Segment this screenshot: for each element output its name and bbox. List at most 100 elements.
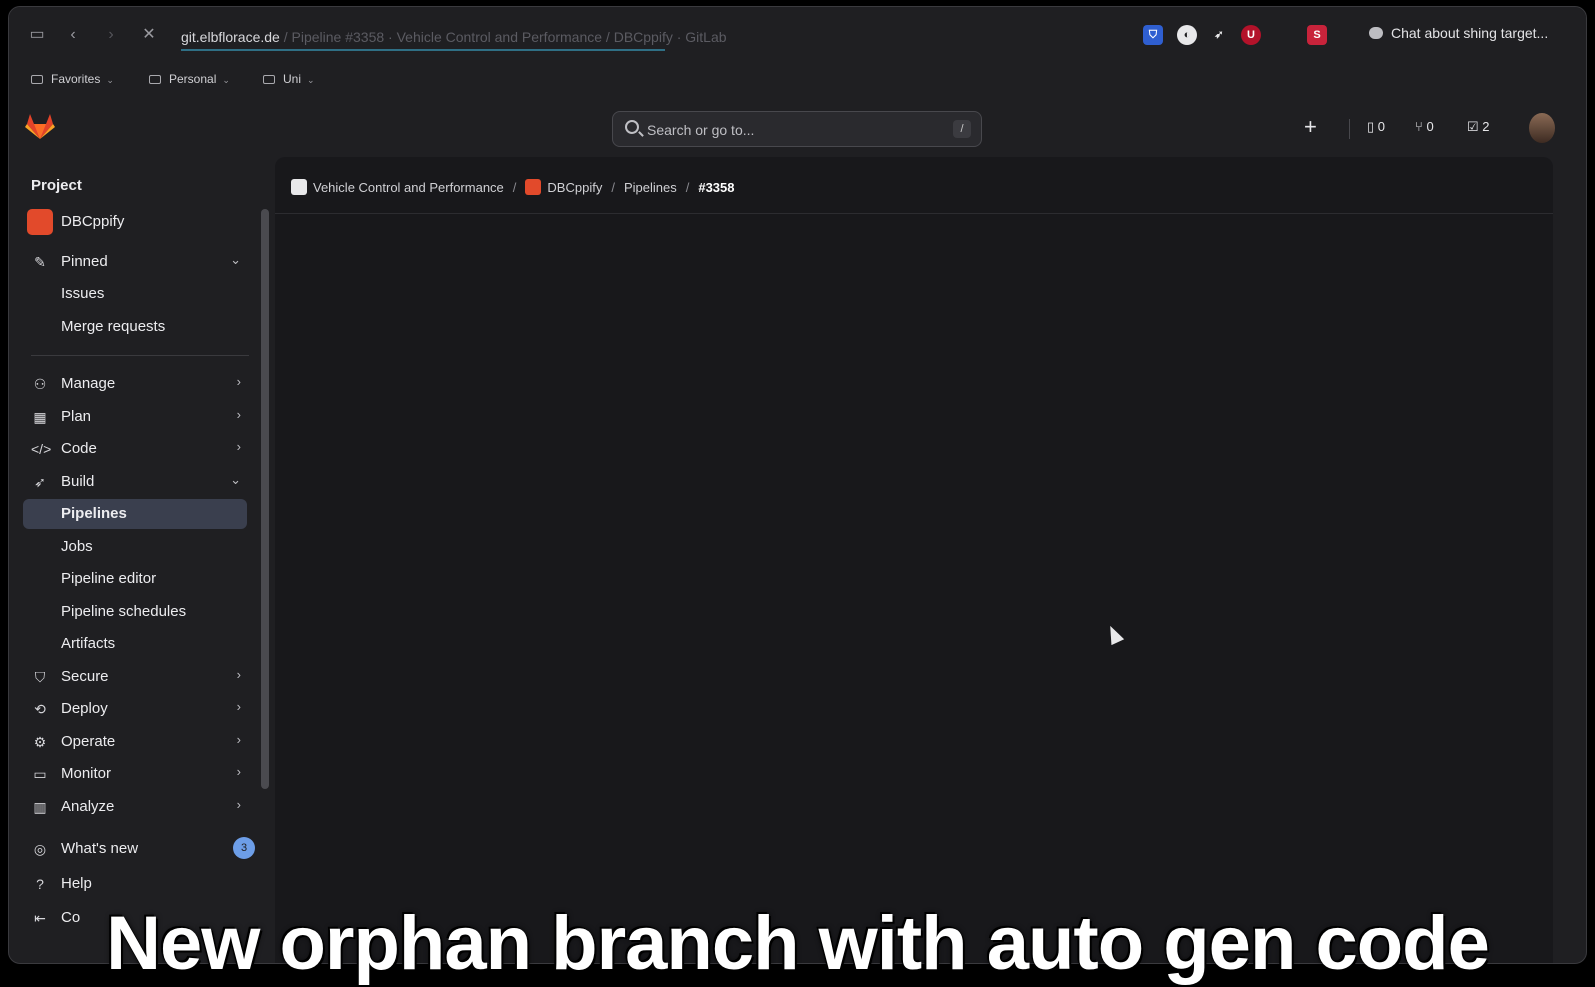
sidebar-item-label: Artifacts <box>61 635 116 652</box>
sidebar-item-label: Plan <box>61 408 92 425</box>
chevron-right-icon: › <box>236 732 241 747</box>
bookmarks-bar: Favorites ⌄ Personal ⌄ Uni ⌄ <box>9 65 1586 95</box>
mr-count: 0 <box>1426 119 1434 134</box>
chevron-down-icon: ⌄ <box>230 472 241 487</box>
avatar[interactable] <box>1529 113 1555 143</box>
sidebar-item-merge-requests[interactable]: Merge requests <box>23 312 247 342</box>
breadcrumb-project[interactable]: DBCppify <box>547 180 602 195</box>
sidebar-scrollbar[interactable] <box>261 209 269 789</box>
chevron-right-icon: › <box>236 407 241 422</box>
bookmark-uni[interactable]: Uni ⌄ <box>263 72 315 86</box>
sidebar-item-label: Operate <box>61 733 116 750</box>
breadcrumb-current[interactable]: #3358 <box>698 180 734 195</box>
sidebar-item-label: Jobs <box>61 538 93 555</box>
calendar-icon: ▦ <box>33 409 47 425</box>
sidebar-item-artifacts[interactable]: Artifacts <box>23 629 247 659</box>
sidebar-item-code[interactable]: </> Code › <box>23 434 247 464</box>
rocket-extension-icon[interactable]: ➶ <box>1209 25 1229 45</box>
chevron-right-icon: › <box>236 374 241 389</box>
back-icon[interactable]: ‹ <box>63 25 83 45</box>
gitlab-logo-icon[interactable] <box>25 112 55 140</box>
breadcrumb-divider <box>275 213 1553 214</box>
url-path: / Pipeline #3358 · Vehicle Control and P… <box>279 29 727 45</box>
sidebar-item-label: Help <box>61 875 92 892</box>
bookmark-personal[interactable]: Personal ⌄ <box>149 72 230 86</box>
issues-count: 0 <box>1377 119 1386 134</box>
sidebar-item-label: Build <box>61 473 95 490</box>
sidebar-item-secure[interactable]: ⛉ Secure › <box>23 662 247 692</box>
sidebar-item-label: Analyze <box>61 798 115 815</box>
bookmark-label: Favorites <box>51 72 101 86</box>
chevron-right-icon: › <box>236 667 241 682</box>
todo-count: 2 <box>1482 119 1490 134</box>
sidebar-divider <box>31 355 249 356</box>
rocket-icon: ➶ <box>34 474 46 490</box>
sidebar-item-label: Code <box>61 440 97 457</box>
sidebar-item-help[interactable]: ? Help <box>23 869 247 899</box>
video-caption: New orphan branch with auto gen code <box>106 901 1490 986</box>
sidebar-item-label: Pipeline schedules <box>61 603 187 620</box>
compass-icon: ◎ <box>33 841 47 857</box>
sidebar-item-build[interactable]: ➶ Build ⌄ <box>23 467 247 497</box>
chevron-down-icon: ⌄ <box>106 75 114 85</box>
sidebar-item-label: Pipeline editor <box>61 570 157 587</box>
merge-requests-button[interactable]: ⑂ 0 <box>1415 119 1434 134</box>
sidebar-item-label: Monitor <box>61 765 112 782</box>
create-new-icon[interactable]: + <box>1304 114 1317 140</box>
sidebar-item-pinned[interactable]: ✎ Pinned ⌄ <box>23 247 247 277</box>
whats-new-badge: 3 <box>233 837 255 859</box>
stop-loading-icon[interactable]: ✕ <box>139 25 159 45</box>
issues-button[interactable]: ▯ 0 <box>1367 119 1385 135</box>
chevron-down-icon: ⌄ <box>307 75 315 85</box>
search-placeholder: Search or go to... <box>647 122 755 138</box>
code-icon: </> <box>31 441 52 457</box>
sidebar-item-issues[interactable]: Issues <box>23 279 247 309</box>
todos-button[interactable]: ☑ 2 <box>1467 119 1490 135</box>
sidebar-item-label: Deploy <box>61 700 108 717</box>
issues-icon: ▯ <box>1367 119 1375 134</box>
s-extension-icon[interactable]: S <box>1307 25 1327 45</box>
sidebar-item-label: Pinned <box>61 253 108 270</box>
group-avatar-icon <box>291 179 307 195</box>
sidebar-item-deploy[interactable]: ⟲ Deploy › <box>23 694 247 724</box>
search-input[interactable]: Search or go to... / <box>612 111 982 147</box>
sidebar-item-pipelines[interactable]: Pipelines <box>23 499 247 529</box>
extension-circle-icon[interactable]: ◐ <box>1177 25 1197 45</box>
merge-request-icon: ⑂ <box>1415 119 1423 134</box>
breadcrumb: Vehicle Control and Performance / DBCppify… <box>291 179 735 195</box>
browser-window: ▭ ‹ › ✕ git.elbflorace.de / Pipeline #33… <box>8 6 1587 964</box>
sidebar-item-plan[interactable]: ▦ Plan › <box>23 402 247 432</box>
sidebar-item-pipeline-editor[interactable]: Pipeline editor <box>23 564 247 594</box>
help-icon: ? <box>36 876 44 892</box>
sidebar-item-label: Issues <box>61 285 105 302</box>
sidebar-project-link[interactable]: DBCppify <box>23 207 247 237</box>
chat-button[interactable]: Chat about shing target... <box>1369 25 1548 41</box>
sidebar-item-label: What's new <box>61 840 139 857</box>
sidebar-item-pipeline-schedules[interactable]: Pipeline schedules <box>23 597 247 627</box>
manage-icon: ⚇ <box>33 376 47 392</box>
chevron-right-icon: › <box>236 439 241 454</box>
sidebar-item-operate[interactable]: ⚙ Operate › <box>23 727 247 757</box>
bookmark-favorites[interactable]: Favorites ⌄ <box>31 72 114 86</box>
sidebar-item-analyze[interactable]: ▥ Analyze › <box>23 792 247 822</box>
browser-toolbar: ▭ ‹ › ✕ git.elbflorace.de / Pipeline #33… <box>9 7 1586 63</box>
project-avatar <box>27 209 53 235</box>
breadcrumb-group[interactable]: Vehicle Control and Performance <box>313 180 504 195</box>
sidebar-item-jobs[interactable]: Jobs <box>23 532 247 562</box>
topbar-divider <box>1349 119 1350 139</box>
sidebar-item-manage[interactable]: ⚇ Manage › <box>23 369 247 399</box>
breadcrumb-pipelines[interactable]: Pipelines <box>624 180 677 195</box>
pin-icon: ✎ <box>34 254 46 270</box>
shield-icon: ⛉ <box>34 669 46 685</box>
bitwarden-extension-icon[interactable]: ⛉ <box>1143 25 1163 45</box>
forward-icon[interactable]: › <box>101 25 121 45</box>
sidebar-item-monitor[interactable]: ▭ Monitor › <box>23 759 247 789</box>
address-bar[interactable]: git.elbflorace.de / Pipeline #3358 · Veh… <box>181 29 727 45</box>
ublock-extension-icon[interactable]: U <box>1241 25 1261 45</box>
sidebar-item-label: Secure <box>61 668 109 685</box>
gitlab-topbar: Search or go to... / + ▯ 0 ⑂ 0 ☑ 2 <box>9 107 1586 157</box>
main-content: Vehicle Control and Performance / DBCppify… <box>275 157 1553 963</box>
sidebar-item-whats-new[interactable]: ◎ What's new 3 <box>23 834 255 864</box>
page-load-progress <box>181 49 665 51</box>
sidebar-toggle-icon[interactable]: ▭ <box>27 25 47 45</box>
